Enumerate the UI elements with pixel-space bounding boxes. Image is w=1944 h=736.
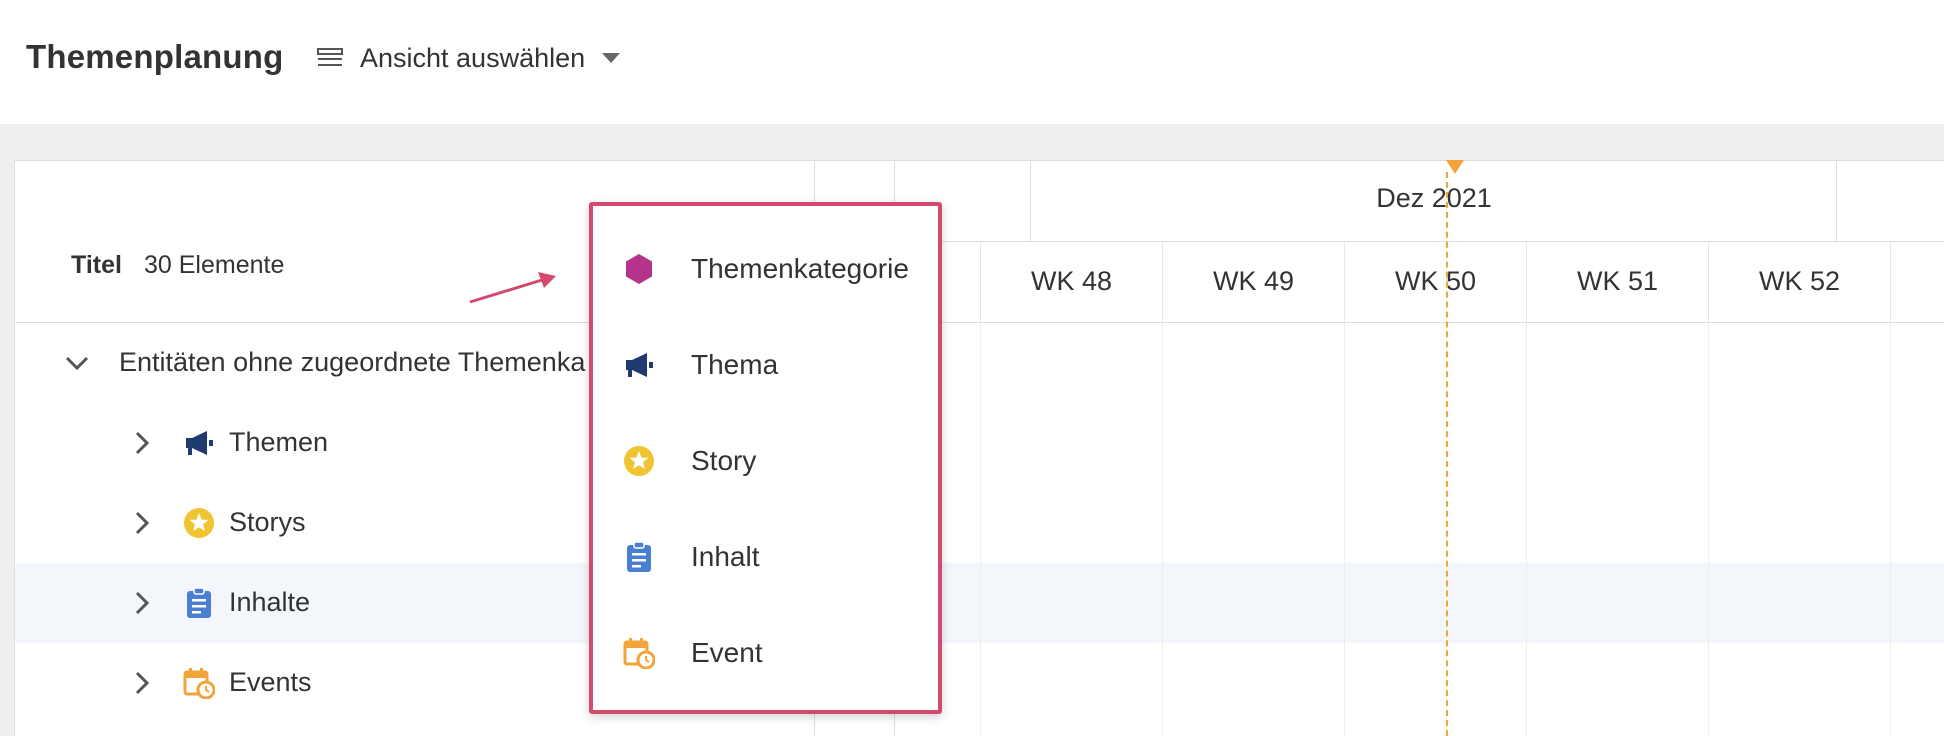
week-label: WK 48 — [1030, 266, 1113, 296]
chevron-right-icon[interactable] — [128, 429, 156, 457]
menu-item-inhalt[interactable]: Inhalt — [593, 510, 938, 606]
week-cell: WK 48 — [981, 242, 1163, 323]
week-cell: WK 52 — [1709, 242, 1891, 323]
menu-item-label: Themenkategorie — [691, 253, 909, 284]
menu-item-label: Event — [691, 637, 763, 668]
menu-item-event[interactable]: Event — [593, 606, 938, 702]
column-title: Titel — [71, 251, 122, 279]
element-count: 30 Elemente — [144, 251, 285, 279]
caret-down-icon — [602, 53, 621, 63]
menu-item-story[interactable]: Story — [593, 414, 938, 510]
list-item-label: Inhalte — [229, 587, 311, 617]
megaphone-icon — [626, 353, 653, 377]
timeline: Dez 2021 WK 48 WK 49 WK 50 WK 51 WK 52 — [815, 161, 1944, 736]
page-title: Themenplanung — [26, 38, 284, 75]
month-label: Dez 2021 — [1376, 183, 1492, 213]
view-selector-label: Ansicht auswählen — [360, 42, 586, 73]
today-line — [1446, 172, 1448, 736]
clipboard-icon — [627, 541, 651, 572]
list-item-label: Events — [229, 667, 312, 697]
month-cell: Dez 2021 — [1031, 161, 1837, 242]
annotation-arrow — [469, 272, 556, 304]
menu-item-label: Thema — [691, 349, 779, 380]
list-item-label: Themen — [229, 427, 329, 457]
group-label: Entitäten ohne zugeordnete Themenka — [119, 347, 586, 377]
week-label: WK 50 — [1394, 266, 1477, 296]
calendar-clock-icon — [623, 638, 655, 669]
week-label: WK 49 — [1212, 266, 1295, 296]
week-cell: WK 51 — [1527, 242, 1709, 323]
view-selector-button[interactable]: Ansicht auswählen — [316, 40, 621, 76]
chevron-down-icon[interactable] — [63, 349, 91, 377]
grid-column — [1345, 323, 1527, 736]
menu-item-label: Inhalt — [691, 541, 760, 572]
list-item-label: Storys — [229, 507, 306, 537]
today-marker — [1446, 160, 1464, 174]
week-header: WK 48 WK 49 WK 50 WK 51 WK 52 — [895, 242, 1944, 323]
grid-column — [1527, 323, 1709, 736]
chevron-right-icon[interactable] — [128, 509, 156, 537]
chevron-right-icon[interactable] — [128, 589, 156, 617]
planning-board: Titel 30 Elemente Entitäten ohne zugeord… — [14, 160, 1944, 736]
grid-column — [1709, 323, 1891, 736]
megaphone-icon — [186, 431, 213, 455]
top-bar: Themenplanung Ansicht auswählen — [0, 0, 1944, 124]
create-entity-menu: Themenkategorie Thema Story Inhalt Event — [589, 202, 942, 714]
grid-column — [981, 323, 1163, 736]
week-cell: WK 49 — [1163, 242, 1345, 323]
menu-item-thema[interactable]: Thema — [593, 318, 938, 414]
menu-item-themenkategorie[interactable]: Themenkategorie — [593, 222, 938, 318]
star-circle-icon — [184, 508, 214, 538]
hexagon-icon — [626, 254, 652, 284]
week-label: WK 51 — [1576, 266, 1659, 296]
week-label: WK 52 — [1758, 266, 1841, 296]
chevron-right-icon[interactable] — [128, 669, 156, 697]
menu-item-label: Story — [691, 445, 757, 476]
star-circle-icon — [624, 446, 654, 476]
week-cell: WK 50 — [1345, 242, 1527, 323]
calendar-clock-icon — [183, 668, 215, 699]
view-list-icon — [317, 48, 343, 66]
grid-column — [1163, 323, 1345, 736]
month-header: Dez 2021 — [895, 161, 1944, 242]
clipboard-icon — [187, 587, 211, 618]
